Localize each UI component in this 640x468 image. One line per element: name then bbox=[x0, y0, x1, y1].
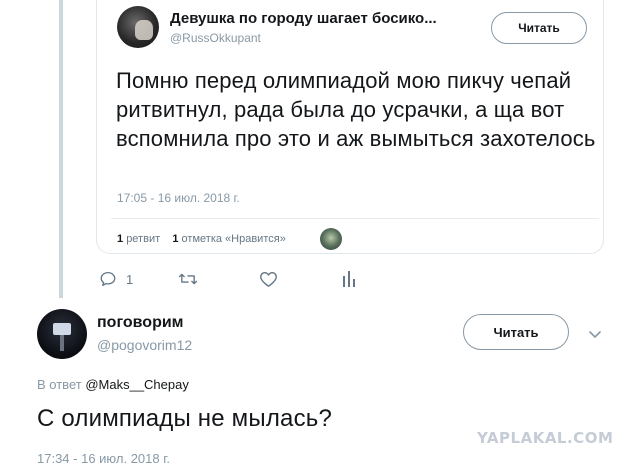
retweets-label[interactable]: ретвит bbox=[126, 233, 160, 245]
quoted-follow-button[interactable]: Читать bbox=[491, 12, 587, 44]
quoted-author-name[interactable]: Девушка по городу шагает босико... bbox=[170, 10, 437, 27]
reply-follow-label: Читать bbox=[493, 324, 539, 340]
thread-line bbox=[59, 0, 63, 298]
analytics-icon bbox=[342, 270, 356, 288]
replying-to-link[interactable]: @Maks__Chepay bbox=[85, 377, 189, 392]
quoted-author-handle[interactable]: @RussOkkupant bbox=[170, 31, 261, 45]
quoted-tweet-text: Помню перед олимпиадой мою пикчу чепай р… bbox=[116, 68, 596, 151]
reply-icon bbox=[99, 270, 117, 288]
reply-button[interactable]: 1 bbox=[99, 270, 133, 288]
quoted-follow-label: Читать bbox=[518, 21, 560, 35]
analytics-button[interactable] bbox=[342, 270, 356, 288]
quoted-author-avatar[interactable] bbox=[117, 6, 159, 48]
quoted-tweet-stats: 1 ретвит 1 отметка «Нравится» bbox=[117, 233, 286, 245]
reply-author-avatar[interactable] bbox=[37, 309, 87, 359]
reply-count: 1 bbox=[126, 271, 134, 287]
replying-prefix: В ответ bbox=[37, 377, 82, 392]
replying-to: В ответ @Maks__Chepay bbox=[37, 377, 189, 392]
retweet-icon bbox=[178, 270, 198, 288]
chevron-down-icon bbox=[589, 326, 601, 343]
site-watermark: YAPLAKAL.COM bbox=[477, 429, 614, 447]
more-options-button[interactable] bbox=[589, 326, 601, 344]
reply-author-handle[interactable]: @pogovorim12 bbox=[97, 337, 192, 353]
like-button[interactable] bbox=[259, 270, 278, 288]
reply-tweet-timestamp[interactable]: 17:34 - 16 июл. 2018 г. bbox=[37, 451, 170, 466]
retweet-button[interactable] bbox=[178, 270, 198, 288]
likes-count[interactable]: 1 bbox=[172, 233, 178, 245]
card-divider bbox=[111, 218, 599, 219]
quoted-tweet-timestamp[interactable]: 17:05 - 16 июл. 2018 г. bbox=[117, 191, 240, 205]
reply-follow-button[interactable]: Читать bbox=[463, 314, 569, 350]
like-icon bbox=[259, 270, 278, 288]
retweets-count[interactable]: 1 bbox=[117, 233, 123, 245]
reply-author-name[interactable]: поговорим bbox=[97, 314, 184, 332]
likes-label[interactable]: отметка «Нравится» bbox=[182, 233, 286, 245]
liker-avatar[interactable] bbox=[320, 228, 342, 250]
reply-tweet-text: С олимпиады не мылась? bbox=[37, 405, 333, 432]
